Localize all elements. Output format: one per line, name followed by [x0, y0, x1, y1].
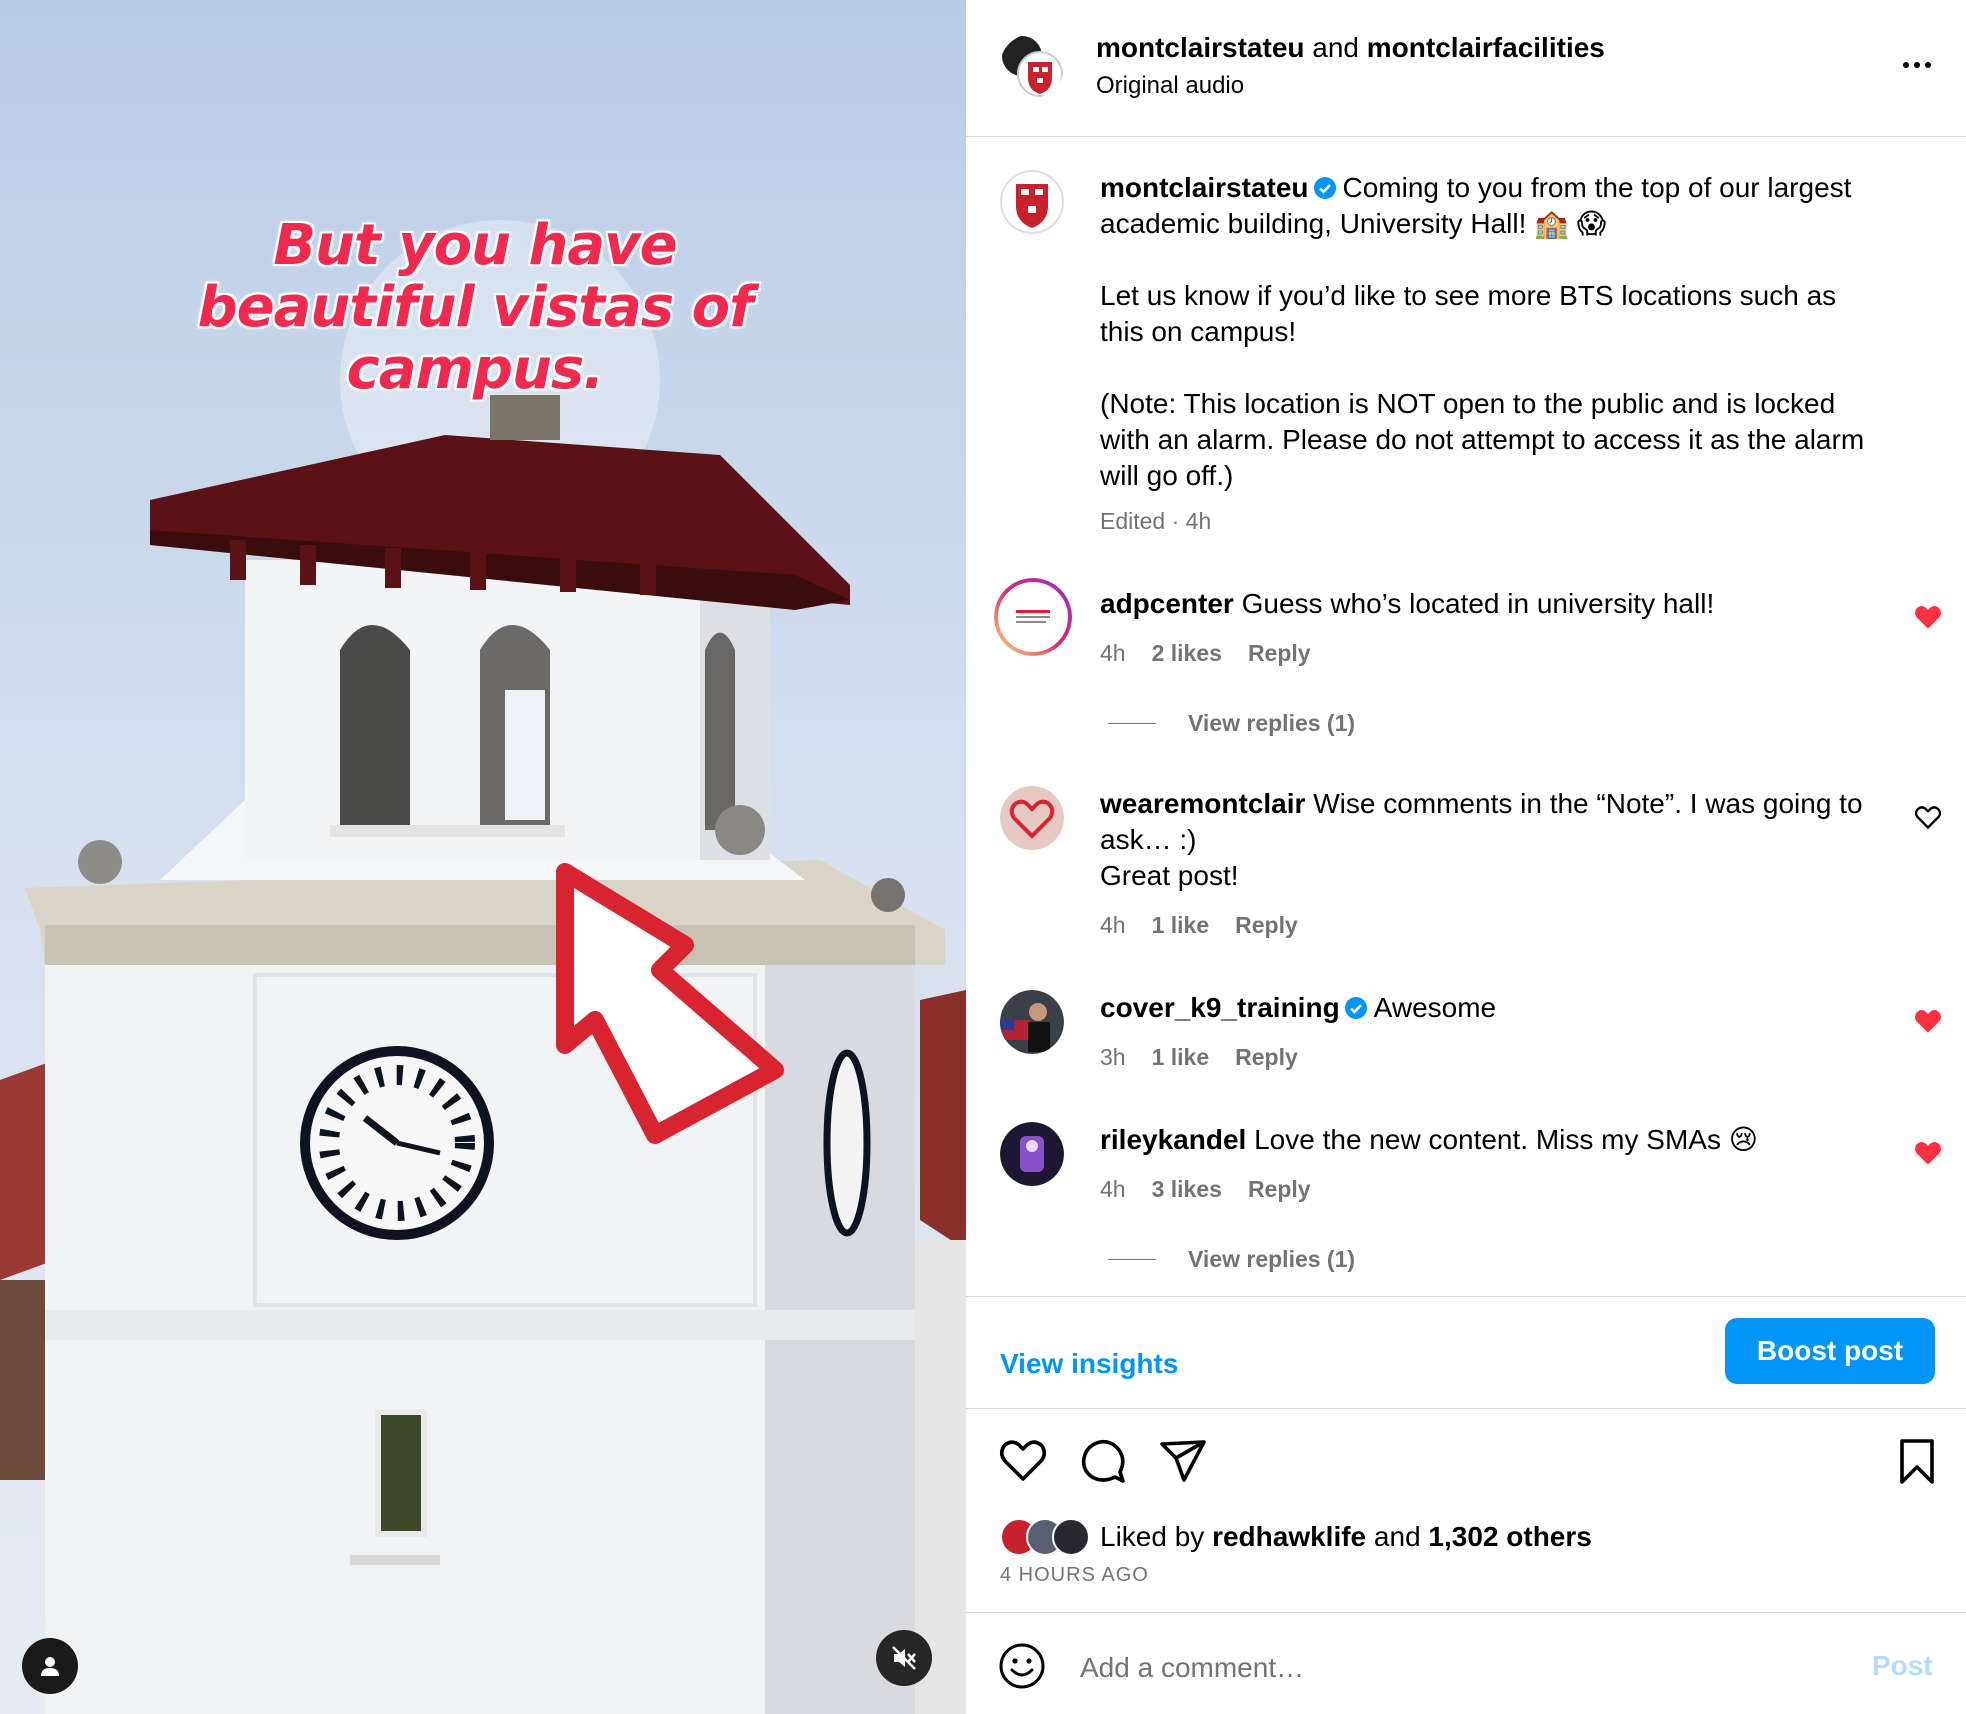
save-bookmark-icon[interactable] — [1892, 1436, 1942, 1486]
comment-likes-count[interactable]: 2 likes — [1152, 640, 1222, 667]
caption-username[interactable]: montclairstateu — [1100, 172, 1309, 203]
comment-3: cover_k9_training Awesome — [1100, 990, 1880, 1026]
header-divider — [966, 136, 1966, 137]
comment-4: rileykandel Love the new content. Miss m… — [1100, 1122, 1880, 1158]
caption-text: montclairstateu Coming to you from the to… — [1100, 170, 1880, 242]
photo-avatar-icon — [1000, 1122, 1064, 1186]
comment-likes-count[interactable]: 1 like — [1152, 1044, 1210, 1071]
comment-username[interactable]: cover_k9_training — [1100, 992, 1340, 1023]
dot-icon — [1914, 62, 1920, 68]
comment-3-meta: 3h 1 like Reply — [1100, 1044, 1298, 1071]
more-options-button[interactable] — [1892, 48, 1942, 82]
likes-summary: Liked by redhawklife and 1,302 others — [1000, 1518, 1592, 1556]
comment-time: 4h — [1100, 640, 1126, 666]
add-comment-input[interactable] — [1080, 1648, 1780, 1688]
comment-bubble-icon[interactable] — [1078, 1436, 1128, 1486]
comment-username[interactable]: wearemontclair — [1100, 788, 1305, 819]
shield-logo-icon — [1000, 170, 1064, 234]
comment-box-divider — [966, 1612, 1966, 1613]
post-timestamp: 4 HOURS AGO — [1000, 1564, 1149, 1586]
speaker-muted-icon — [892, 1646, 916, 1670]
view-replies-label: View replies (1) — [1188, 710, 1356, 736]
replies-line — [1108, 1259, 1156, 1260]
photo-avatar-icon — [1000, 990, 1064, 1054]
view-insights-link[interactable]: View insights — [1000, 1348, 1178, 1380]
comment-2-meta: 4h 1 like Reply — [1100, 912, 1298, 939]
caption-edited-time: Edited · 4h — [1100, 508, 1212, 534]
comment-4-meta: 4h 3 likes Reply — [1100, 1176, 1311, 1203]
post-comment-button[interactable]: Post — [1872, 1650, 1933, 1682]
verified-badge-icon — [1313, 177, 1336, 199]
caption-line-2: Let us know if you’d like to see more BT… — [1100, 280, 1837, 347]
reel-video[interactable]: But you have beautiful vistas of campus. — [0, 0, 966, 1714]
share-send-icon[interactable] — [1158, 1436, 1208, 1486]
comment-likes-count[interactable]: 3 likes — [1152, 1176, 1222, 1203]
liker-avatar[interactable] — [1052, 1518, 1090, 1556]
comment-body-line-2: Great post! — [1100, 860, 1239, 891]
comment-1-meta: 4h 2 likes Reply — [1100, 640, 1311, 667]
comment-like-heart-filled-icon[interactable] — [1914, 1008, 1942, 1034]
comment-avatar-cover_k9_training[interactable] — [1000, 990, 1064, 1054]
comment-avatar-rileykandel[interactable] — [1000, 1122, 1064, 1186]
comment-like-heart-filled-icon[interactable] — [1914, 1140, 1942, 1166]
comment-username[interactable]: adpcenter — [1100, 588, 1234, 619]
view-replies-button[interactable]: View replies (1) — [1108, 710, 1355, 737]
dot-icon — [1925, 62, 1931, 68]
author-link-montclairstateu[interactable]: montclairstateu — [1096, 32, 1305, 63]
emoji-smiley-icon[interactable] — [998, 1642, 1046, 1690]
caption-meta: Edited · 4h — [1100, 508, 1211, 535]
verified-badge-icon — [1344, 997, 1367, 1019]
post-header: montclairstateu and montclairfacilities … — [966, 0, 1966, 136]
comment-reply-button[interactable]: Reply — [1248, 640, 1311, 667]
comment-like-heart-outline-icon[interactable] — [1914, 804, 1942, 830]
video-overlay-caption: But you have beautiful vistas of campus. — [197, 213, 754, 402]
comment-avatar-wearemontclair[interactable] — [1000, 786, 1064, 850]
likes-others-link[interactable]: 1,302 others — [1428, 1521, 1591, 1552]
post-details-panel: montclairstateu and montclairfacilities … — [966, 0, 1966, 1714]
replies-line — [1108, 723, 1156, 724]
comment-body: Love the new content. Miss my SMAs 😢 — [1254, 1124, 1758, 1155]
view-replies-button[interactable]: View replies (1) — [1108, 1246, 1355, 1273]
comment-1: adpcenter Guess who’s located in univers… — [1100, 586, 1880, 622]
comment-avatar-adpcenter[interactable] — [994, 578, 1072, 656]
dot-icon — [1903, 62, 1909, 68]
liked-by-label: Liked by — [1100, 1521, 1205, 1552]
heart-logo-avatar-icon — [1000, 786, 1064, 850]
caption-line-3: (Note: This location is NOT open to the … — [1100, 388, 1865, 491]
comment-body: Awesome — [1373, 992, 1497, 1023]
comment-2: wearemontclair Wise comments in the “Not… — [1100, 786, 1880, 894]
caption-avatar[interactable] — [1000, 170, 1064, 234]
likes-and-label: and — [1373, 1521, 1421, 1552]
audio-link[interactable]: Original audio — [1096, 72, 1244, 100]
shield-logo-icon — [1002, 36, 1063, 97]
comment-likes-count[interactable]: 1 like — [1152, 912, 1210, 939]
story-ring-avatar-icon — [994, 578, 1072, 656]
authors-conjunction: and — [1312, 32, 1359, 63]
actions-divider — [966, 1408, 1966, 1409]
liker-username-link[interactable]: redhawklife — [1212, 1521, 1366, 1552]
like-heart-icon[interactable] — [998, 1436, 1048, 1486]
comments-divider — [966, 1296, 1966, 1297]
view-replies-label: View replies (1) — [1188, 1246, 1356, 1272]
comment-reply-button[interactable]: Reply — [1248, 1176, 1311, 1203]
post-authors: montclairstateu and montclairfacilities — [1096, 32, 1605, 64]
mute-toggle-button[interactable] — [876, 1630, 932, 1686]
comment-reply-button[interactable]: Reply — [1235, 912, 1298, 939]
comment-body: Guess who’s located in university hall! — [1241, 588, 1715, 619]
author-link-montclairfacilities[interactable]: montclairfacilities — [1367, 32, 1605, 63]
comment-reply-button[interactable]: Reply — [1235, 1044, 1298, 1071]
comment-time: 4h — [1100, 912, 1126, 938]
likes-text: Liked by redhawklife and 1,302 others — [1100, 1521, 1592, 1553]
collab-avatars[interactable] — [1000, 34, 1064, 98]
comment-time: 3h — [1100, 1044, 1126, 1070]
user-icon — [41, 1657, 59, 1676]
comment-like-heart-filled-icon[interactable] — [1914, 604, 1942, 630]
comment-time: 4h — [1100, 1176, 1126, 1202]
tagged-users-button[interactable] — [22, 1638, 78, 1694]
comment-username[interactable]: rileykandel — [1100, 1124, 1246, 1155]
boost-post-button[interactable]: Boost post — [1725, 1318, 1935, 1384]
